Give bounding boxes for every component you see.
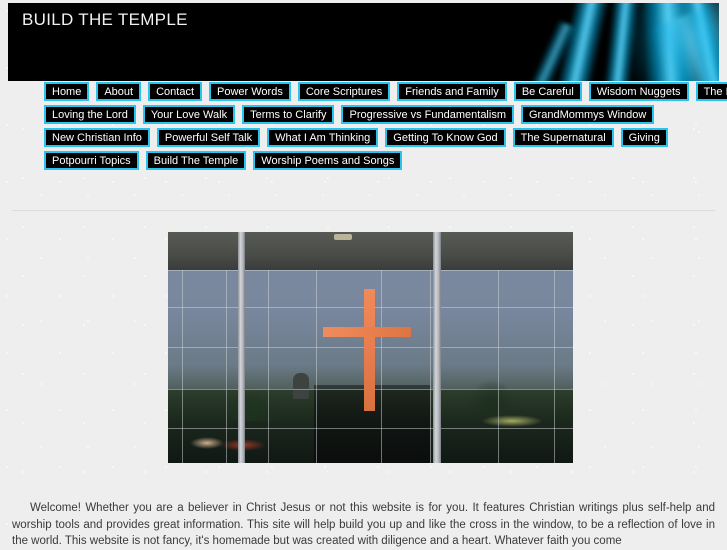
nav-item-potpourri-topics[interactable]: Potpourri Topics xyxy=(44,151,139,170)
photo-ceiling-light xyxy=(334,234,352,240)
section-divider xyxy=(12,210,715,211)
nav-item-your-love-walk[interactable]: Your Love Walk xyxy=(142,105,236,124)
photo-tree-reflection xyxy=(222,387,282,421)
photo-mullion xyxy=(554,270,555,463)
cross-vertical-beam xyxy=(364,289,375,411)
nav-item-giving[interactable]: Giving xyxy=(620,128,668,147)
photo-tree-reflection xyxy=(467,379,517,419)
photo-mullion xyxy=(268,270,269,463)
nav-item-be-careful[interactable]: Be Careful xyxy=(513,82,582,101)
photo-mullion xyxy=(498,270,499,463)
nav-item-the-bible[interactable]: The Bible xyxy=(695,82,727,101)
photo-mullion xyxy=(430,270,431,463)
photo-mullion xyxy=(168,428,573,429)
photo-mullion xyxy=(168,270,573,271)
nav-item-worship-poems-and-songs[interactable]: Worship Poems and Songs xyxy=(253,151,403,170)
welcome-paragraph: Welcome! Whether you are a believer in C… xyxy=(12,502,715,547)
nav-item-terms-to-clarify[interactable]: Terms to Clarify xyxy=(242,105,335,124)
nav-item-getting-to-know-god[interactable]: Getting To Know God xyxy=(385,128,506,147)
nav-item-wisdom-nuggets[interactable]: Wisdom Nuggets xyxy=(588,82,689,101)
nav-item-build-the-temple[interactable]: Build The Temple xyxy=(145,151,247,170)
photo-light-reflection xyxy=(190,437,224,449)
photo-mullion xyxy=(381,270,382,463)
nav-item-loving-the-lord[interactable]: Loving the Lord xyxy=(44,105,136,124)
nav-item-friends-and-family[interactable]: Friends and Family xyxy=(397,82,507,101)
nav-item-the-supernatural[interactable]: The Supernatural xyxy=(512,128,614,147)
nav-item-core-scriptures[interactable]: Core Scriptures xyxy=(297,82,391,101)
photo-statue xyxy=(293,373,309,399)
nav-item-progressive-vs-fundamentalism[interactable]: Progressive vs Fundamentalism xyxy=(341,105,514,124)
nav-item-new-christian-info[interactable]: New Christian Info xyxy=(44,128,150,147)
photo-mullion xyxy=(226,270,227,463)
photo-mullion xyxy=(182,270,183,463)
main-navigation: Home About Contact Power Words Core Scri… xyxy=(44,82,727,174)
nav-item-home[interactable]: Home xyxy=(44,82,90,101)
site-header-banner: BUILD THE TEMPLE xyxy=(8,3,719,81)
nav-row: Home About Contact Power Words Core Scri… xyxy=(44,82,727,101)
nav-item-what-i-am-thinking[interactable]: What I Am Thinking xyxy=(267,128,379,147)
nav-item-about[interactable]: About xyxy=(96,82,142,101)
nav-item-grandmommys-window[interactable]: GrandMommys Window xyxy=(521,105,655,124)
cross-horizontal-beam xyxy=(323,327,411,337)
hero-photo xyxy=(168,232,573,463)
photo-light-reflection xyxy=(481,415,543,427)
nav-item-contact[interactable]: Contact xyxy=(148,82,203,101)
photo-column xyxy=(238,232,245,463)
nav-item-power-words[interactable]: Power Words xyxy=(209,82,291,101)
site-title: BUILD THE TEMPLE xyxy=(22,10,188,29)
photo-soffit xyxy=(168,232,573,270)
photo-mullion xyxy=(316,270,317,463)
nav-item-powerful-self-talk[interactable]: Powerful Self Talk xyxy=(156,128,261,147)
nav-row: Loving the Lord Your Love Walk Terms to … xyxy=(44,105,727,124)
photo-column xyxy=(433,232,441,463)
nav-row: Potpourri Topics Build The Temple Worshi… xyxy=(44,151,727,170)
nav-row: New Christian Info Powerful Self Talk Wh… xyxy=(44,128,727,147)
hero-photo-image xyxy=(168,232,573,463)
